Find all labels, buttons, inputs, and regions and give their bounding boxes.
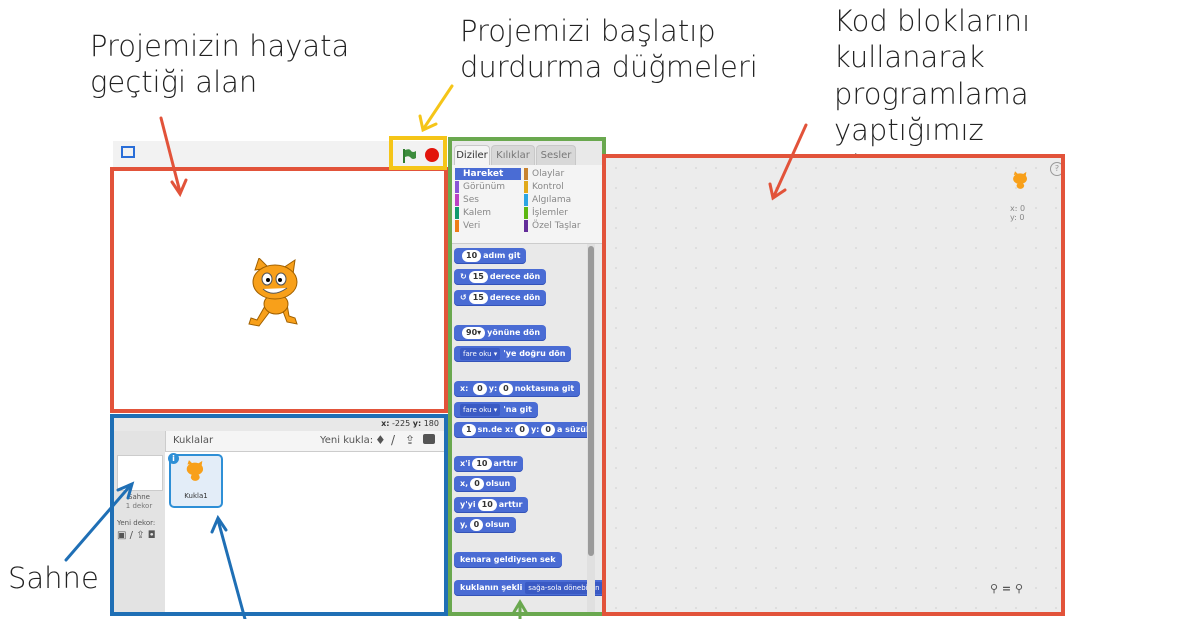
arrow-sprite <box>216 518 247 619</box>
arrow-sahne <box>64 484 132 562</box>
annotation-arrows <box>64 84 808 619</box>
arrow-code-area <box>772 123 808 198</box>
arrow-start-stop <box>422 84 454 130</box>
arrow-stage <box>159 116 182 194</box>
